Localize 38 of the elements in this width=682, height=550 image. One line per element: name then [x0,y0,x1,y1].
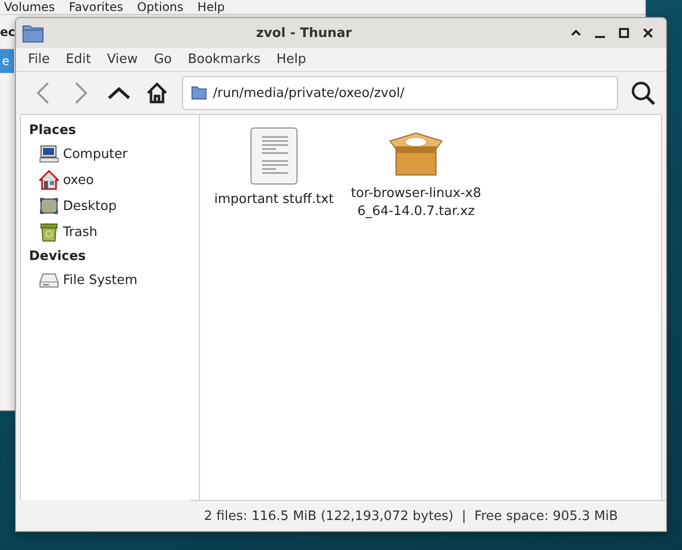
menu-item[interactable]: Options [137,0,184,14]
desktop-icon [39,196,59,216]
close-icon [642,27,654,39]
sidebar-item[interactable]: Trash [63,224,98,240]
file-name[interactable]: tor-browser-linux-x86_64-14.0.7.tar.xz [350,185,482,222]
menu-item[interactable]: Help [197,0,225,14]
sidebar-item[interactable]: oxeo [63,172,94,188]
search-icon [630,80,656,106]
menu-item[interactable]: Help [268,50,314,69]
sidebar-heading: ec [0,25,16,39]
window-title: zvol - Thunar [255,26,353,40]
folder-icon [22,23,44,43]
trash-icon [39,222,59,242]
location-field[interactable]: /run/media/private/oxeo/zvol/ [182,76,618,110]
sidebar-item[interactable]: File System [63,272,138,288]
computer-icon [39,144,59,164]
maximize-icon [618,27,630,39]
house-icon [145,81,169,105]
sidebar-heading: Places [29,122,78,140]
menu-item[interactable]: View [98,50,146,69]
sidebar-item[interactable]: Desktop [63,198,117,214]
status-text: 2 files: 116.5 MiB (122,193,072 bytes) | Free space: 905.3 MiB [190,500,666,531]
menu-item[interactable]: Go [146,50,180,69]
file-name[interactable]: important stuff.txt [214,191,334,210]
menu-item[interactable]: Volumes [4,0,55,14]
menu-item[interactable]: Edit [58,50,99,69]
menu-item[interactable]: File [20,50,58,69]
sidebar-heading: Devices [29,248,87,266]
chevron-right-icon [74,81,88,105]
minimize-icon [595,36,605,38]
folder-icon [191,86,207,100]
chevron-left-icon [36,81,50,105]
caret-up-icon [107,86,131,100]
sidebar-item[interactable]: Computer [63,146,128,162]
menu-item[interactable]: Bookmarks [180,50,268,69]
menu-item[interactable]: Favorites [68,0,124,14]
house-icon [39,170,59,190]
text-file-icon [250,127,298,185]
